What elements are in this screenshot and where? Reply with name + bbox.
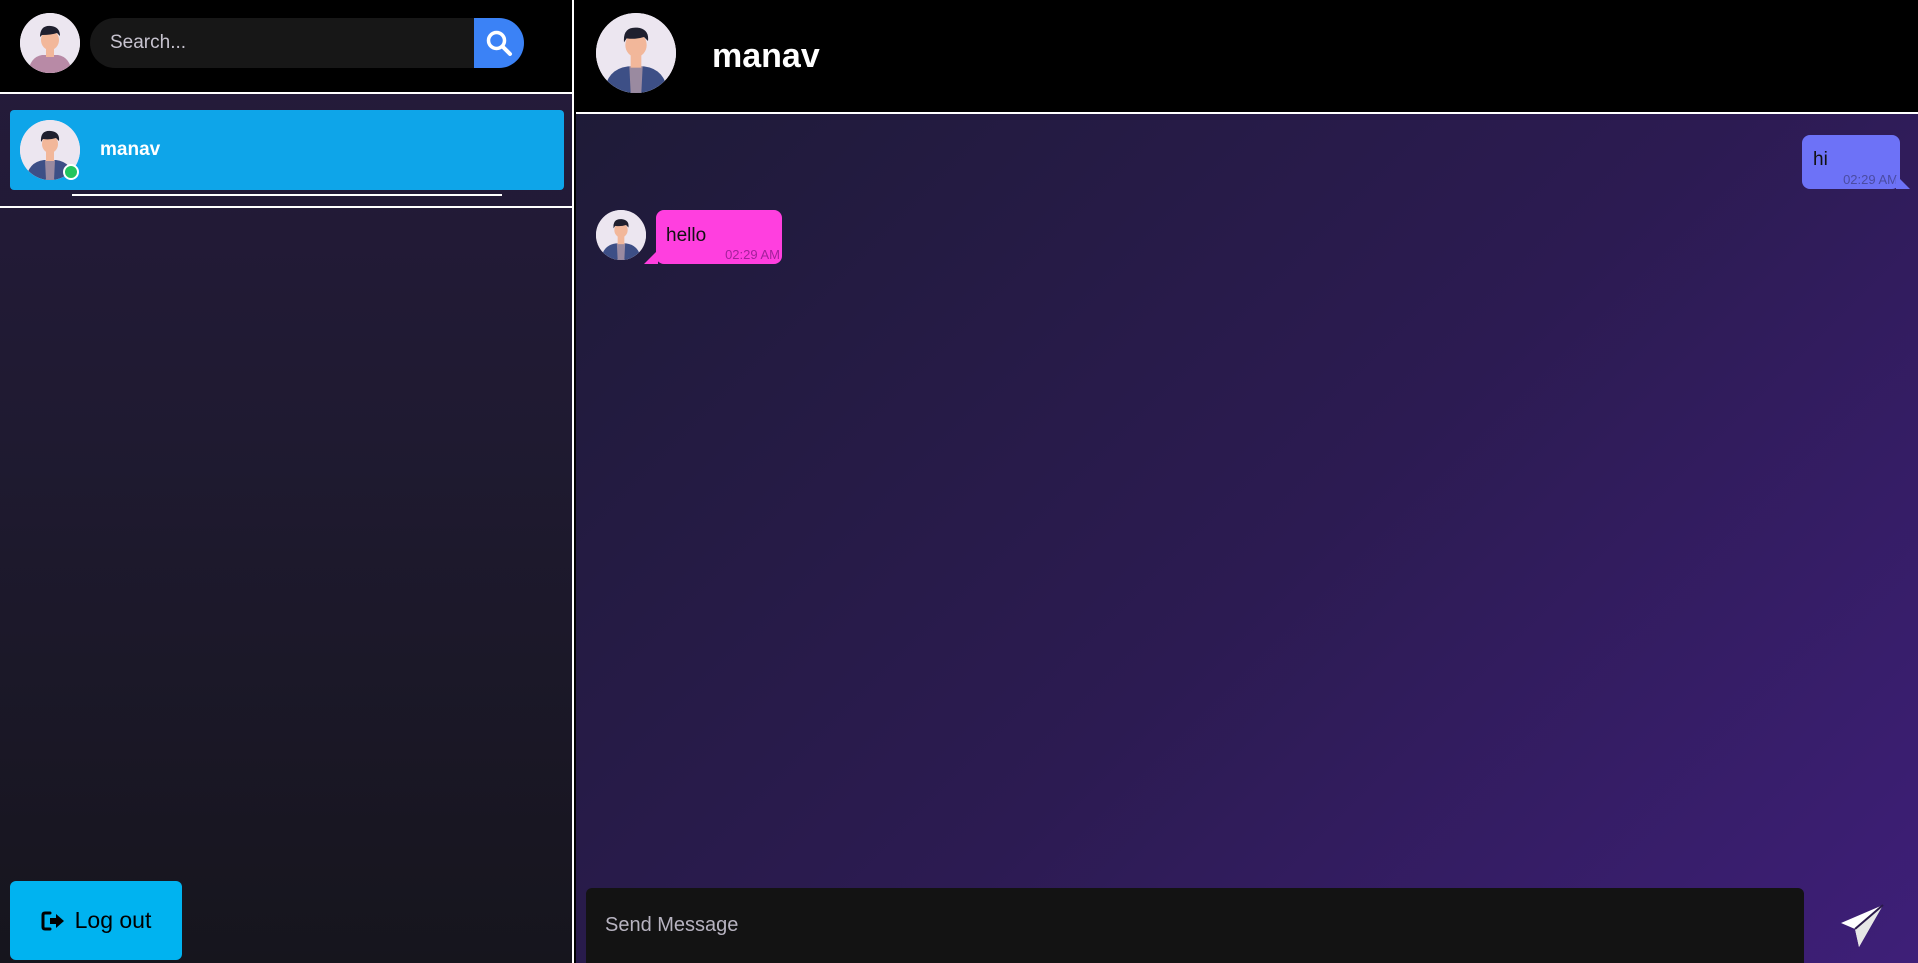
message-time: 02:29 AM	[725, 247, 780, 262]
message-sender-avatar	[596, 210, 646, 260]
sidebar-divider	[0, 206, 572, 208]
search-button[interactable]	[474, 18, 524, 68]
paper-plane-icon	[1841, 904, 1884, 947]
contact-name: manav	[100, 139, 161, 160]
contact-item-manav[interactable]: manav	[10, 110, 564, 190]
sidebar-header	[0, 0, 572, 94]
contact-divider	[72, 194, 502, 196]
send-button[interactable]	[1836, 900, 1888, 952]
message-time: 02:29 AM	[1843, 172, 1898, 187]
online-status-dot	[63, 164, 79, 180]
message-input[interactable]	[586, 888, 1804, 963]
message-outgoing: hi 02:29 AM	[1802, 135, 1910, 189]
search-icon	[486, 30, 512, 56]
chat-partner-avatar[interactable]	[596, 13, 676, 93]
sign-out-icon	[41, 911, 64, 930]
logout-button[interactable]: Log out	[10, 881, 182, 960]
bubble-tail	[1896, 175, 1910, 189]
message-incoming: hello 02:29 AM	[644, 210, 782, 264]
message-text: hi	[1813, 149, 1828, 170]
chat-header: manav	[576, 0, 1918, 114]
bubble-tail	[644, 250, 658, 264]
sidebar: manav Log out	[0, 0, 574, 963]
message-text: hello	[666, 225, 707, 246]
chat-panel: manav hi 02:29 AM hello 02:29 AM	[576, 0, 1918, 963]
search-input[interactable]	[90, 18, 476, 68]
chat-partner-name: manav	[712, 37, 820, 75]
my-avatar[interactable]	[20, 13, 80, 73]
logout-label: Log out	[74, 907, 152, 933]
